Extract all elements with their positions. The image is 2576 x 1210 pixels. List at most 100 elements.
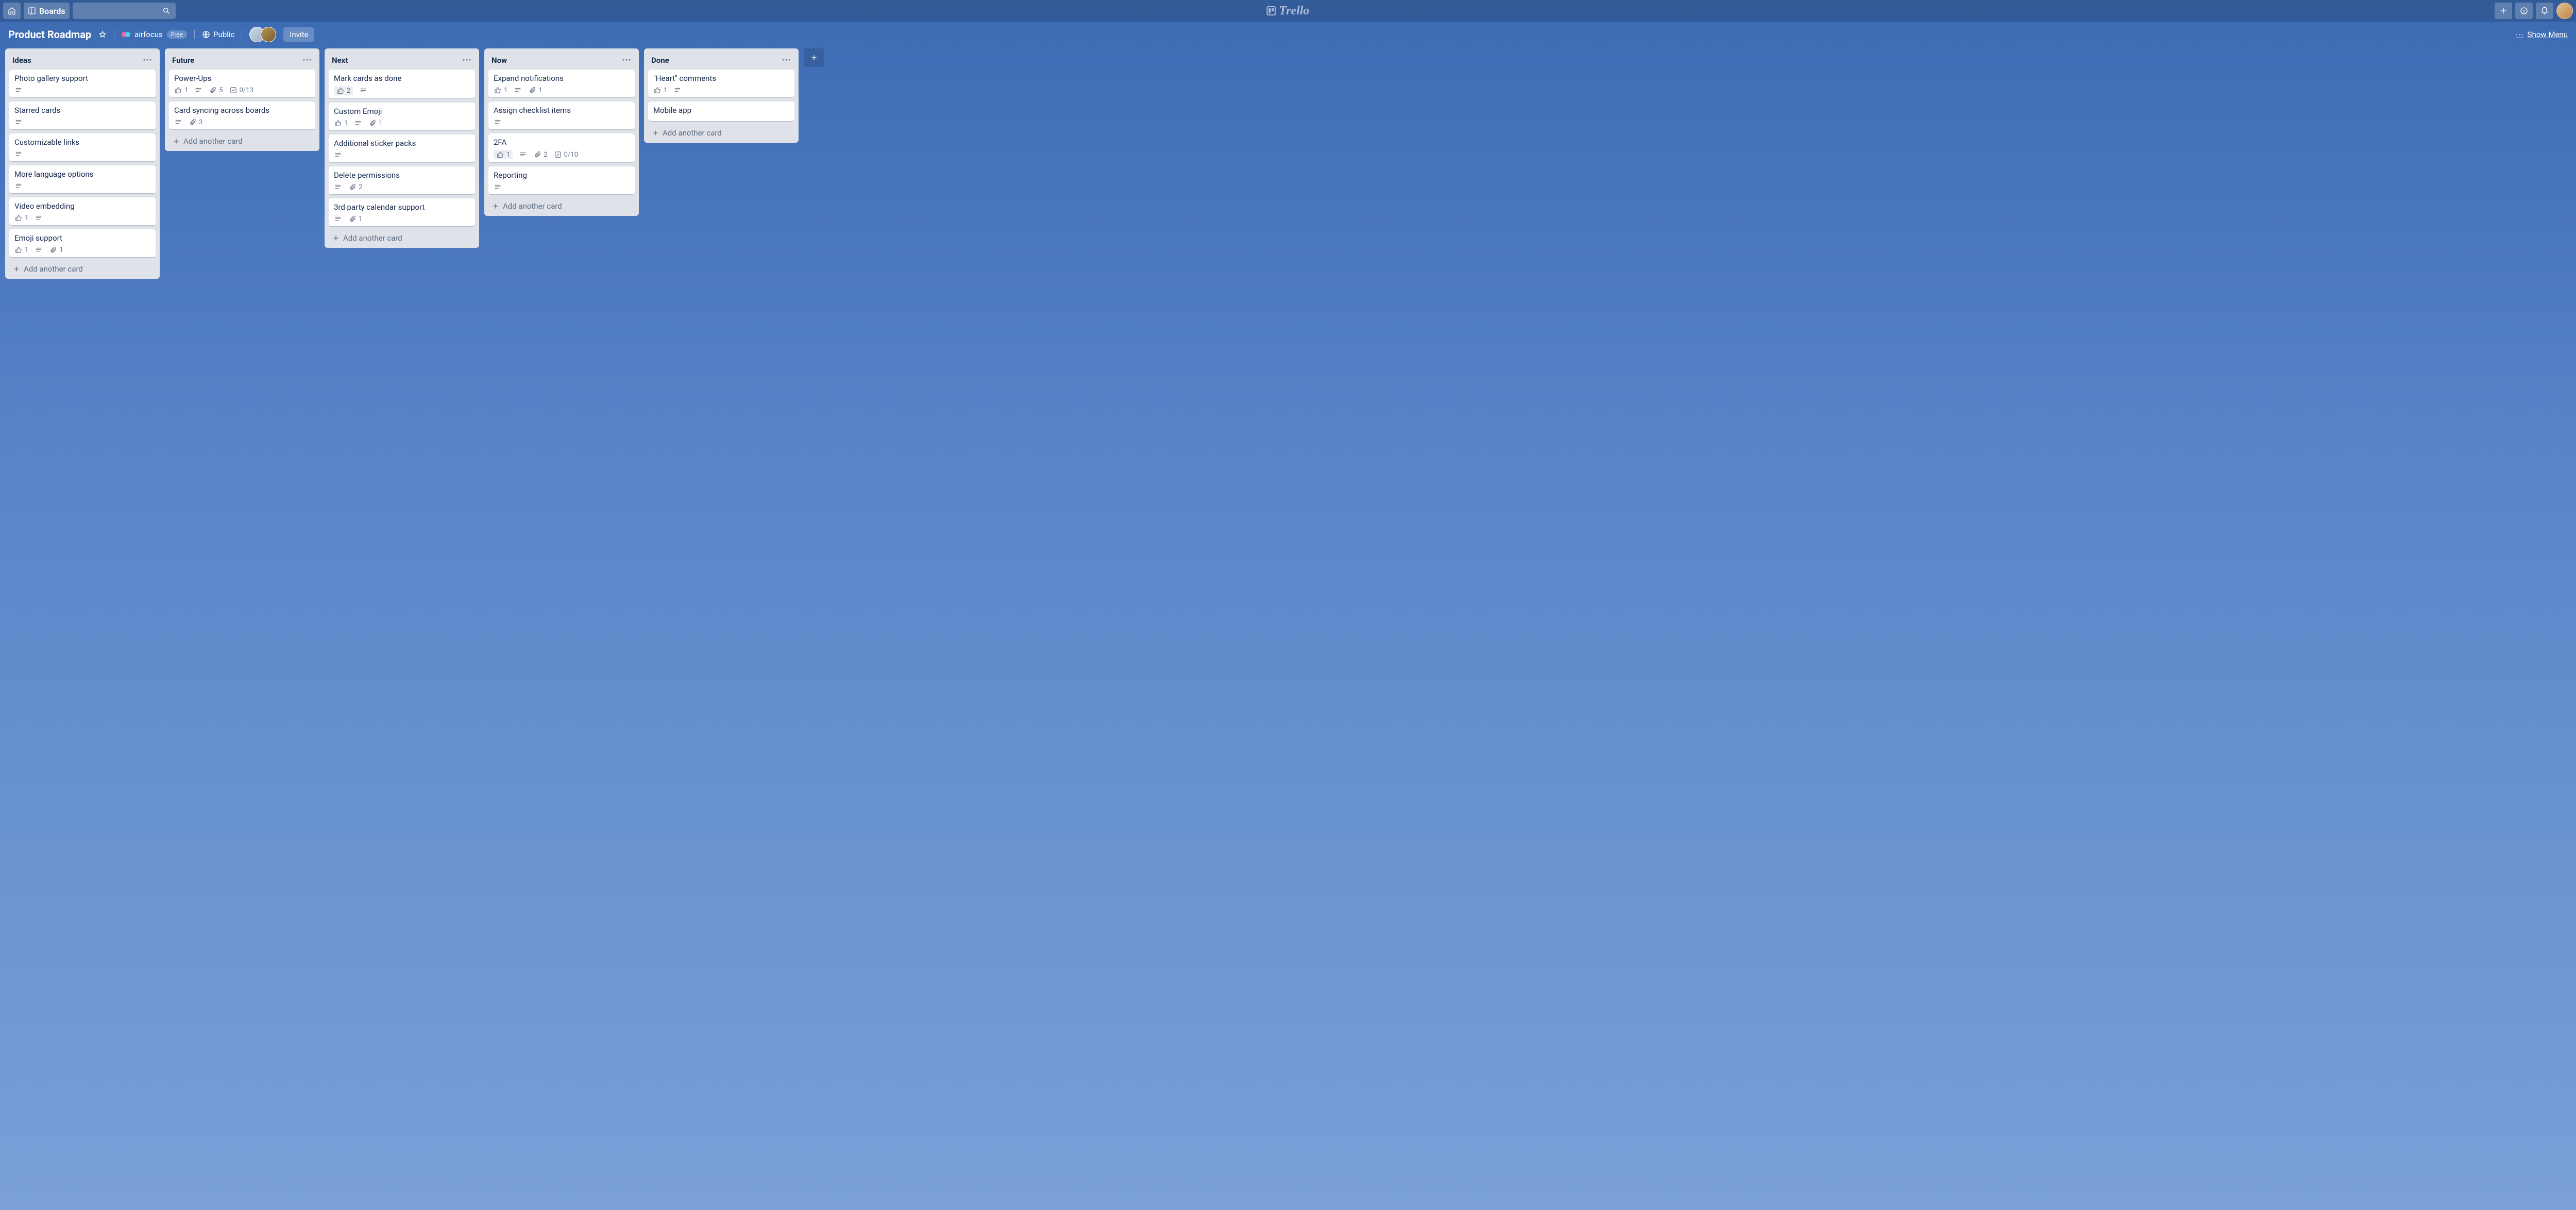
list-title[interactable]: Now bbox=[492, 56, 507, 65]
info-button[interactable] bbox=[2515, 3, 2533, 19]
search-input[interactable] bbox=[73, 3, 176, 19]
description-badge bbox=[334, 183, 342, 191]
list-title[interactable]: Done bbox=[651, 56, 669, 65]
plus-icon bbox=[651, 129, 659, 137]
card-title: Mark cards as done bbox=[334, 74, 470, 83]
description-icon bbox=[354, 119, 362, 127]
checklist-badge: 0/13 bbox=[229, 86, 253, 94]
checklist-icon bbox=[229, 86, 238, 94]
card[interactable]: Custom Emoji11 bbox=[329, 103, 475, 130]
votes-badge: 1 bbox=[14, 214, 28, 222]
boards-button[interactable]: Boards bbox=[24, 3, 70, 19]
card-badges: 1 5 0/13 bbox=[174, 86, 310, 94]
card[interactable]: Power-Ups150/13 bbox=[169, 70, 315, 97]
attachments-count: 1 bbox=[59, 246, 63, 254]
attachments-badge: 1 bbox=[348, 215, 362, 223]
ellipsis-icon: ⋯ bbox=[2516, 30, 2523, 39]
add-card-button[interactable]: Add another card bbox=[329, 230, 475, 244]
votes-badge: 1 bbox=[494, 150, 513, 159]
card-title: 2FA bbox=[494, 138, 630, 147]
card[interactable]: Photo gallery support bbox=[9, 70, 156, 97]
list-menu-button[interactable]: ⋯ bbox=[143, 55, 152, 65]
card-title: Video embedding bbox=[14, 201, 150, 211]
description-icon bbox=[334, 215, 342, 223]
add-card-button[interactable]: Add another card bbox=[169, 133, 315, 147]
list-menu-button[interactable]: ⋯ bbox=[622, 55, 632, 65]
card[interactable]: Video embedding 1 bbox=[9, 197, 156, 225]
card[interactable]: Card syncing across boards3 bbox=[169, 102, 315, 129]
votes-badge: 2 bbox=[334, 86, 353, 95]
info-icon bbox=[2520, 7, 2528, 15]
list-title[interactable]: Ideas bbox=[12, 56, 31, 65]
description-icon bbox=[174, 118, 182, 126]
board-title[interactable]: Product Roadmap bbox=[8, 28, 91, 41]
team-chip[interactable]: airfocus Free bbox=[122, 30, 187, 39]
card[interactable]: Mobile app bbox=[648, 102, 794, 121]
votes-badge: 1 bbox=[334, 119, 348, 127]
team-logo-icon bbox=[122, 32, 130, 37]
member-stack[interactable] bbox=[249, 27, 276, 42]
list: Next⋯Mark cards as done2Custom Emoji11Ad… bbox=[325, 48, 479, 248]
card-title: Customizable links bbox=[14, 138, 150, 147]
app-brand: Trello bbox=[1266, 4, 1309, 18]
description-icon bbox=[194, 86, 202, 94]
card-badges: 2 bbox=[334, 86, 470, 95]
add-list-button[interactable] bbox=[804, 48, 824, 67]
board-header: Product Roadmap airfocus Free Public Inv… bbox=[0, 22, 2576, 47]
member-avatar[interactable] bbox=[261, 27, 276, 42]
votes-count: 1 bbox=[25, 214, 28, 222]
card-badges: 120/10 bbox=[494, 150, 630, 159]
card[interactable]: Assign checklist items bbox=[488, 102, 635, 129]
description-icon bbox=[494, 183, 502, 191]
create-button[interactable] bbox=[2495, 3, 2512, 19]
visibility-label: Public bbox=[213, 30, 234, 39]
add-card-button[interactable]: Add another card bbox=[9, 261, 156, 275]
app-topbar: Boards Trello bbox=[0, 0, 2576, 22]
description-badge bbox=[359, 87, 367, 95]
card[interactable]: Starred cards bbox=[9, 102, 156, 129]
add-card-label: Add another card bbox=[503, 201, 562, 211]
show-menu-button[interactable]: ⋯ Show Menu bbox=[2516, 30, 2568, 39]
add-card-label: Add another card bbox=[183, 137, 243, 146]
card-badges: 11 bbox=[334, 119, 470, 127]
notifications-button[interactable] bbox=[2536, 3, 2553, 19]
add-card-button[interactable]: Add another card bbox=[648, 125, 794, 139]
visibility-button[interactable]: Public bbox=[202, 30, 234, 39]
list-title[interactable]: Next bbox=[332, 56, 348, 65]
card[interactable]: Customizable links bbox=[9, 133, 156, 161]
attachments-badge: 3 bbox=[189, 118, 202, 126]
card[interactable]: Delete permissions2 bbox=[329, 166, 475, 194]
attachments-count: 5 bbox=[219, 87, 223, 94]
user-avatar[interactable] bbox=[2556, 3, 2573, 19]
attachments-count: 2 bbox=[359, 183, 362, 191]
card[interactable]: "Heart" comments1 bbox=[648, 70, 794, 97]
card[interactable]: Expand notifications11 bbox=[488, 70, 635, 97]
attachments-count: 1 bbox=[538, 87, 542, 94]
list-menu-button[interactable]: ⋯ bbox=[302, 55, 312, 65]
show-menu-label: Show Menu bbox=[2528, 30, 2568, 39]
card-badges: 11 bbox=[494, 86, 630, 94]
card[interactable]: More language options bbox=[9, 165, 156, 193]
add-card-button[interactable]: Add another card bbox=[488, 198, 635, 212]
card-title: Starred cards bbox=[14, 106, 150, 115]
list-menu-button[interactable]: ⋯ bbox=[462, 55, 472, 65]
home-button[interactable] bbox=[3, 3, 21, 19]
card[interactable]: Reporting bbox=[488, 166, 635, 194]
card[interactable]: Mark cards as done 2 bbox=[329, 70, 475, 98]
description-badge bbox=[174, 118, 182, 126]
star-button[interactable] bbox=[98, 30, 107, 39]
attachment-icon bbox=[368, 119, 377, 127]
card[interactable]: Additional sticker packs bbox=[329, 135, 475, 162]
checklist-icon bbox=[554, 150, 562, 159]
card[interactable]: Emoji support11 bbox=[9, 229, 156, 257]
thumb-up-icon bbox=[334, 119, 342, 127]
invite-button[interactable]: Invite bbox=[283, 27, 314, 42]
list-title[interactable]: Future bbox=[172, 56, 194, 65]
list-menu-button[interactable]: ⋯ bbox=[782, 55, 791, 65]
votes-count: 1 bbox=[184, 87, 188, 94]
attachments-badge: 1 bbox=[368, 119, 382, 127]
card[interactable]: 3rd party calendar support1 bbox=[329, 198, 475, 226]
card[interactable]: 2FA 120/10 bbox=[488, 133, 635, 162]
plus-icon bbox=[492, 202, 500, 210]
votes-count: 1 bbox=[344, 120, 348, 127]
